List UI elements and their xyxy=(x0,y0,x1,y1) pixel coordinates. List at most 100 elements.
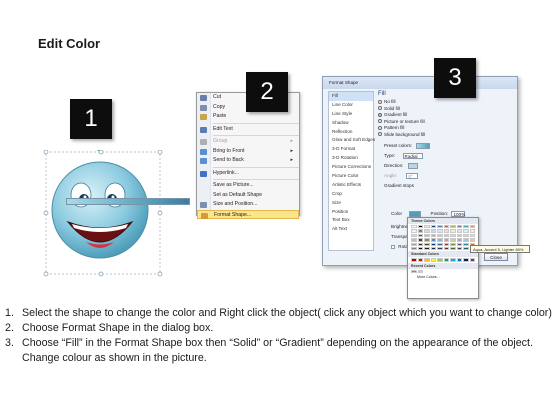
preset-dropdown[interactable] xyxy=(416,143,431,149)
color-swatch[interactable] xyxy=(430,225,436,229)
category-crop[interactable]: Crop xyxy=(329,190,373,199)
category-fill[interactable]: Fill xyxy=(329,92,373,101)
rotate-checkbox[interactable] xyxy=(391,244,395,249)
color-swatch[interactable] xyxy=(417,246,423,251)
category-reflection[interactable]: Reflection xyxy=(329,128,373,137)
radio-icon[interactable] xyxy=(378,132,382,137)
more-colors-link[interactable]: More Colors... xyxy=(408,274,478,280)
category-alt-text[interactable]: Alt Text xyxy=(329,225,373,234)
color-swatch[interactable] xyxy=(424,238,430,242)
category-3-d-rotation[interactable]: 3-D Rotation xyxy=(329,154,373,163)
color-swatch[interactable] xyxy=(456,238,462,242)
color-swatch[interactable] xyxy=(417,258,423,262)
color-swatch[interactable] xyxy=(469,229,475,233)
color-swatch[interactable] xyxy=(424,229,430,233)
category-line-style[interactable]: Line Style xyxy=(329,110,373,119)
color-swatch[interactable] xyxy=(437,229,443,233)
color-swatch[interactable] xyxy=(443,225,449,229)
color-swatch[interactable] xyxy=(443,229,449,233)
category-text-box[interactable]: Text Box xyxy=(329,216,373,225)
color-swatch[interactable] xyxy=(450,225,456,229)
color-swatch[interactable] xyxy=(450,233,456,238)
color-swatch[interactable] xyxy=(430,233,436,238)
color-swatch[interactable] xyxy=(437,242,443,246)
menu-item-group[interactable]: Group ▸ xyxy=(197,137,299,147)
color-swatch[interactable] xyxy=(424,258,430,262)
type-dropdown[interactable]: Radial xyxy=(402,153,423,159)
color-swatch[interactable] xyxy=(463,233,469,238)
color-swatch[interactable] xyxy=(437,246,443,251)
radio-icon[interactable] xyxy=(378,112,382,117)
fill-option[interactable]: Slide background fill xyxy=(378,132,514,139)
color-swatch[interactable] xyxy=(463,242,469,246)
color-swatch[interactable] xyxy=(456,233,462,238)
menu-item-send-to-back[interactable]: Send to Back ▸ xyxy=(197,156,299,166)
color-swatch[interactable] xyxy=(417,233,423,238)
color-swatch[interactable] xyxy=(463,225,469,229)
color-swatch[interactable] xyxy=(456,258,462,262)
radio-icon[interactable] xyxy=(378,106,382,111)
color-swatch[interactable] xyxy=(411,242,417,246)
color-swatch[interactable] xyxy=(456,242,462,246)
category-position[interactable]: Position xyxy=(329,208,373,217)
menu-item-set-as-default-shape[interactable]: Set as Default Shape xyxy=(197,191,299,201)
color-swatch[interactable] xyxy=(450,246,456,251)
category-artistic-effects[interactable]: Artistic Effects xyxy=(329,181,373,190)
color-swatch[interactable] xyxy=(450,238,456,242)
color-swatch[interactable] xyxy=(450,258,456,262)
color-swatch[interactable] xyxy=(430,229,436,233)
color-swatch[interactable] xyxy=(456,246,462,251)
color-swatch[interactable] xyxy=(424,242,430,246)
angle-input[interactable]: 0° xyxy=(406,173,419,179)
menu-item-format-shape[interactable]: Format Shape... xyxy=(197,209,299,219)
color-swatch[interactable] xyxy=(417,225,423,229)
color-swatch[interactable] xyxy=(411,269,417,274)
color-swatch[interactable] xyxy=(443,246,449,251)
color-swatch[interactable] xyxy=(469,225,475,229)
color-swatch[interactable] xyxy=(411,258,417,262)
color-swatch[interactable] xyxy=(450,229,456,233)
color-swatch[interactable] xyxy=(443,233,449,238)
menu-item-save-as-picture[interactable]: Save as Picture... xyxy=(197,181,299,191)
color-swatch[interactable] xyxy=(437,258,443,262)
close-button[interactable]: Close xyxy=(484,253,508,261)
color-swatch[interactable] xyxy=(430,258,436,262)
color-swatch[interactable] xyxy=(437,225,443,229)
menu-item-hyperlink[interactable]: Hyperlink... xyxy=(197,169,299,179)
color-swatch[interactable] xyxy=(456,229,462,233)
color-swatch[interactable] xyxy=(417,229,423,233)
radio-icon[interactable] xyxy=(378,119,382,124)
color-swatch[interactable] xyxy=(417,242,423,246)
color-swatch[interactable] xyxy=(430,246,436,251)
radio-icon[interactable] xyxy=(378,125,382,130)
category-picture-color[interactable]: Picture Color xyxy=(329,172,373,181)
color-swatch[interactable] xyxy=(430,242,436,246)
category-shadow[interactable]: Shadow xyxy=(329,119,373,128)
category-picture-corrections[interactable]: Picture Corrections xyxy=(329,163,373,172)
color-swatch[interactable] xyxy=(463,246,469,251)
color-swatch[interactable] xyxy=(417,269,423,274)
color-swatch[interactable] xyxy=(450,242,456,246)
menu-item-paste[interactable]: Paste xyxy=(197,112,299,122)
color-swatch[interactable] xyxy=(411,225,417,229)
color-swatch[interactable] xyxy=(411,238,417,242)
color-swatch[interactable] xyxy=(424,246,430,251)
color-swatch[interactable] xyxy=(437,233,443,238)
menu-item-size-and-position[interactable]: Size and Position... xyxy=(197,200,299,210)
color-swatch[interactable] xyxy=(411,246,417,251)
color-swatch[interactable] xyxy=(443,258,449,262)
color-swatch[interactable] xyxy=(424,233,430,238)
color-swatch[interactable] xyxy=(469,233,475,238)
color-swatch[interactable] xyxy=(437,238,443,242)
gradient-stops-bar[interactable] xyxy=(66,198,190,205)
color-swatch[interactable] xyxy=(424,225,430,229)
color-swatch[interactable] xyxy=(463,258,469,262)
color-swatch[interactable] xyxy=(411,229,417,233)
menu-item-bring-to-front[interactable]: Bring to Front ▸ xyxy=(197,147,299,157)
category-3-d-format[interactable]: 3-D Format xyxy=(329,145,373,154)
color-swatch[interactable] xyxy=(417,238,423,242)
color-swatch[interactable] xyxy=(463,229,469,233)
color-swatch[interactable] xyxy=(411,233,417,238)
color-swatch[interactable] xyxy=(463,238,469,242)
radio-icon[interactable] xyxy=(378,99,382,104)
